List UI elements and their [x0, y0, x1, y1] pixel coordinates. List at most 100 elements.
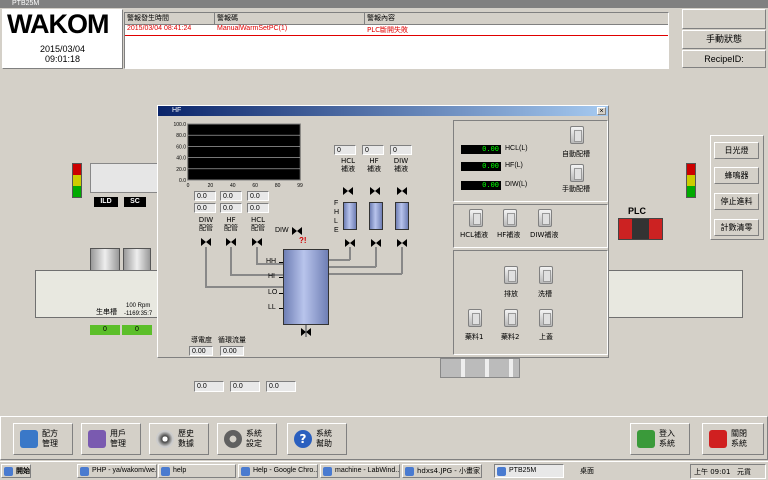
wash-toggle[interactable] — [539, 266, 553, 284]
chemical1-toggle[interactable] — [468, 309, 482, 327]
level-hi: HI — [268, 273, 275, 280]
hcl-fill-toggle[interactable] — [469, 209, 483, 227]
diw-fill-toggle[interactable] — [538, 209, 552, 227]
diw-inlet-label: DIW — [275, 227, 289, 234]
exit-button[interactable]: 關閉 系統 — [702, 423, 764, 455]
hf-dialog-titlebar[interactable]: HF × — [158, 106, 608, 116]
signal-tower-left — [72, 163, 82, 198]
hcl-dose-bottom-valve[interactable] — [345, 239, 355, 247]
chart-x-tick-label: 60 — [252, 183, 258, 189]
recipe-manage-button[interactable]: 配方 管理 — [13, 423, 73, 455]
diw-pipe-valve[interactable] — [201, 238, 211, 246]
conductivity-value: 0.00 — [189, 346, 213, 356]
wash-label: 洗槽 — [538, 290, 552, 298]
diw-readout-label: DIW(L) — [505, 181, 528, 188]
hf-dose-top-valve[interactable] — [370, 187, 380, 195]
hf-pipe-label: HF 配管 — [224, 216, 238, 232]
ime-indicator[interactable]: 元貨 — [737, 467, 751, 477]
chemical2-toggle[interactable] — [504, 309, 518, 327]
recipe-icon — [20, 430, 38, 448]
hf-dose-bottom-valve[interactable] — [371, 239, 381, 247]
pipe — [256, 247, 258, 264]
taskbar-item-labwindows[interactable]: machine - LabWind... — [320, 464, 400, 478]
alarm-table[interactable]: 警報發生時間 警報碼 警報內容 2015/03/04 08:41:24 Manu… — [124, 12, 669, 69]
buzzer-button[interactable]: 蜂鳴器 — [714, 167, 759, 184]
station-label: 生串槽 — [96, 308, 117, 316]
taskbar-item-paint[interactable]: hdxs4.JPG - 小畫家 — [402, 464, 482, 478]
hcl-readout-display: 0.00 — [461, 145, 501, 154]
auto-mix-toggle[interactable] — [570, 126, 584, 144]
current-date: 2015/03/04 — [39, 44, 86, 54]
history-data-label: 歷史 數據 — [178, 429, 194, 448]
counter-zero-2: 0 — [122, 325, 152, 335]
hf-dialog[interactable]: HF × 100.0 80.0 60.0 40.0 20.0 0.0 0 20 40 60 80 9… — [157, 105, 609, 358]
taskbar-item-chrome[interactable]: Help - Google Chro... — [238, 464, 318, 478]
pipe — [329, 266, 376, 268]
chart-plot-area — [187, 123, 301, 181]
chemical2-label: 藥料2 — [501, 333, 520, 341]
user-manage-button[interactable]: 用戶 管理 — [81, 423, 141, 455]
system-help-button[interactable]: ? 系統 幫助 — [287, 423, 347, 455]
chart-x-tick-label: 0 — [187, 183, 190, 189]
app-title-bar: PTB25M — [0, 0, 768, 8]
level-ll: LL — [268, 304, 276, 311]
left-value-2: 0.0 — [220, 191, 242, 201]
lid-toggle[interactable] — [539, 309, 553, 327]
diw-inlet-valve[interactable] — [292, 227, 302, 235]
left-value-4: 0.0 — [194, 203, 216, 213]
left-value-3: 0.0 — [247, 191, 269, 201]
hf-fill-toggle[interactable] — [503, 209, 517, 227]
plc-unit-icon — [618, 218, 663, 240]
hf-pipe-valve[interactable] — [226, 238, 236, 246]
system-settings-button[interactable]: 系統 設定 — [217, 423, 277, 455]
chart-x-tick-label: 20 — [208, 183, 214, 189]
help-icon: ? — [294, 430, 312, 448]
reset-count-button[interactable]: 計數清零 — [714, 219, 759, 236]
manual-mix-toggle[interactable] — [570, 164, 584, 182]
hcl-fill-label: HCL補液 — [460, 231, 489, 239]
chart-y-tick-label: 60.0 — [176, 144, 186, 150]
machine-body-right — [608, 270, 743, 318]
diw-dose-bottom-valve[interactable] — [397, 239, 407, 247]
upper-rack — [90, 163, 160, 193]
diw-dose-top-valve[interactable] — [397, 187, 407, 195]
login-label: 登入 系統 — [659, 429, 675, 448]
login-button[interactable]: 登入 系統 — [630, 423, 690, 455]
recipe-id-label: RecipeID: — [682, 50, 766, 68]
chart-x-tick-label: 99 — [297, 183, 303, 189]
col-alarm-content: 警報內容 — [367, 14, 395, 22]
alarm-content-cell: PLC斷開失敗 — [367, 26, 409, 34]
dose-level-f: F — [334, 200, 339, 207]
desktop-label[interactable]: 桌面 — [580, 466, 594, 476]
hf-dose-label: HF 補液 — [367, 157, 381, 173]
taskbar-item-help[interactable]: help — [158, 464, 236, 478]
system-settings-label: 系統 設定 — [246, 429, 262, 448]
below-tank-row — [440, 358, 520, 378]
close-icon[interactable]: × — [597, 107, 606, 115]
drain-valve[interactable] — [301, 328, 311, 336]
hf-readout-display: 0.00 — [461, 162, 501, 171]
app-title: PTB25M — [12, 0, 40, 7]
dose-level-e: E — [334, 227, 339, 234]
level-line — [279, 262, 283, 263]
light-button[interactable]: 日光燈 — [714, 142, 759, 159]
left-value-1: 0.0 — [194, 191, 216, 201]
alarm-table-header: 警報發生時間 警報碼 警報內容 — [125, 13, 668, 25]
hcl-dose-top-valve[interactable] — [343, 187, 353, 195]
drain-label: 排放 — [504, 290, 518, 298]
counter-label: -1169:35:7 — [124, 311, 153, 317]
system-tray: 上午 09:01 元貨 — [690, 464, 766, 479]
stop-feed-button[interactable]: 停止進料 — [714, 193, 759, 210]
history-data-button[interactable]: 歷史 數據 — [149, 423, 209, 455]
taskbar-item-ptb25m[interactable]: PTB25M — [494, 464, 564, 478]
diw-pipe-label: DIW 配管 — [198, 216, 214, 232]
table-row[interactable]: 2015/03/04 08:41:24 ManualWarmSetPC(1) P… — [125, 25, 668, 36]
hf-dose-tank — [369, 202, 383, 230]
pipe — [329, 259, 350, 261]
taskbar-item-php[interactable]: PHP - ya/wakom/we... — [77, 464, 157, 478]
start-button[interactable]: 開始 — [1, 464, 31, 478]
drain-toggle[interactable] — [504, 266, 518, 284]
hcl-readout-label: HCL(L) — [505, 145, 528, 152]
hcl-pipe-valve[interactable] — [252, 238, 262, 246]
status-blank — [682, 9, 766, 29]
